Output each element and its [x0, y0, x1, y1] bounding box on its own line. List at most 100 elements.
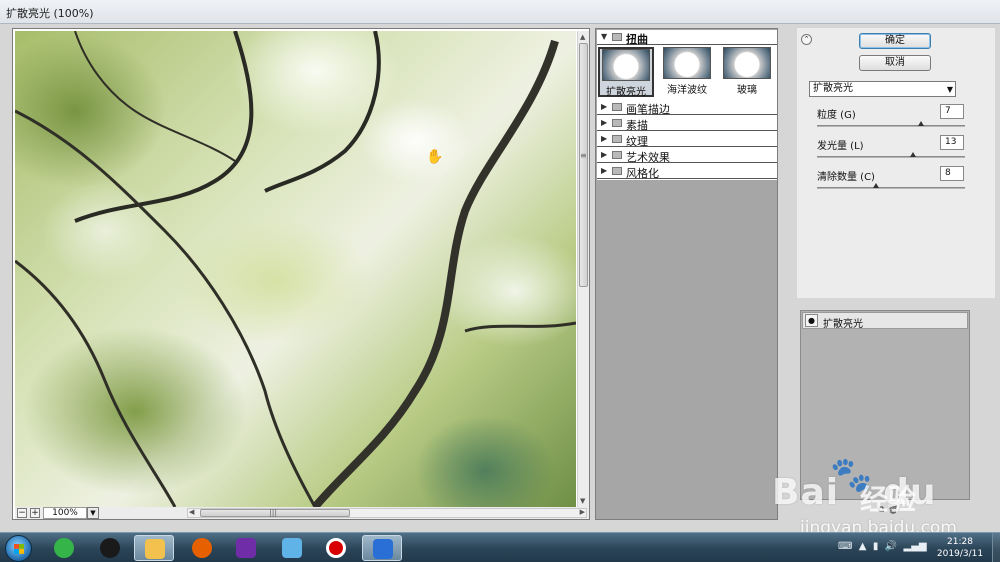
filter-settings-panel: ⌃ 确定 取消 扩散亮光 ▼ 粒度 (G) 7 发光量 (L) 13 清除数量 …	[797, 28, 995, 298]
cancel-button[interactable]: 取消	[859, 55, 931, 71]
folder-icon	[612, 151, 622, 159]
taskbar-file-explorer[interactable]	[134, 535, 174, 561]
watermark-jingyan: 经验	[860, 483, 917, 516]
collapse-gallery-icon[interactable]: ⌃	[801, 34, 812, 45]
media-player-icon	[236, 538, 256, 558]
horizontal-scroll-thumb[interactable]: |||	[200, 508, 350, 517]
filter-thumb-ocean-ripple[interactable]: 海洋波纹	[659, 47, 715, 97]
filter-thumb-image	[602, 49, 650, 81]
volume-icon[interactable]: 🔊	[885, 541, 897, 552]
filter-thumb-glass[interactable]: 玻璃	[719, 47, 775, 97]
start-button[interactable]	[5, 535, 32, 562]
clear-amount-slider-track[interactable]	[817, 187, 965, 189]
clear-amount-slider-knob[interactable]	[873, 183, 880, 188]
clear-amount-input[interactable]: 8	[940, 166, 964, 181]
show-hidden-icons-icon[interactable]: ▲	[859, 541, 867, 552]
preview-frame: ✋ ▲ ≡ ▼ − + 100% ▼ ◀ ||| ▶	[12, 28, 590, 520]
window-titlebar: 扩散亮光 (100%)	[0, 0, 1000, 24]
effect-layer-row[interactable]: ● 扩散亮光	[802, 312, 968, 330]
category-distort[interactable]: ▼ 扭曲	[597, 30, 777, 46]
filter-select[interactable]: 扩散亮光 ▼	[809, 81, 956, 97]
category-sketch[interactable]: ▶ 素描	[597, 116, 777, 132]
param-graininess: 粒度 (G) 7	[817, 104, 965, 134]
system-tray: ⌨ ▲ ▮ 🔊 ▂▄▆	[838, 541, 927, 552]
hand-icon: ✋	[426, 149, 444, 165]
record-icon	[326, 538, 346, 558]
clock[interactable]: 21:28 2019/3/11	[930, 536, 990, 560]
category-texture[interactable]: ▶ 纹理	[597, 132, 777, 148]
triangle-right-icon[interactable]: ▶	[601, 166, 607, 175]
taskbar-glass-app[interactable]	[272, 535, 312, 561]
firefox-icon	[192, 538, 212, 558]
zoom-out-button[interactable]: −	[17, 508, 27, 518]
zoom-in-button[interactable]: +	[30, 508, 40, 518]
eye-icon[interactable]: ●	[805, 314, 818, 327]
glow-amount-slider-track[interactable]	[817, 156, 965, 158]
param-label: 发光量 (L)	[817, 141, 864, 152]
folder-icon	[612, 135, 622, 143]
param-label: 粒度 (G)	[817, 110, 856, 121]
taskbar-media-player[interactable]	[226, 535, 266, 561]
triangle-down-icon[interactable]: ▼	[601, 32, 607, 41]
preview-horizontal-scrollbar[interactable]: ◀ ||| ▶	[187, 508, 587, 518]
keyboard-icon[interactable]: ⌨	[838, 541, 852, 552]
category-stylize[interactable]: ▶ 风格化	[597, 164, 777, 180]
feather-icon	[373, 539, 393, 559]
graininess-slider-track[interactable]	[817, 125, 965, 127]
network-icon[interactable]: ▂▄▆	[904, 541, 927, 552]
preview-image[interactable]: ✋	[15, 31, 576, 507]
clock-time: 21:28	[947, 537, 973, 547]
glow-amount-input[interactable]: 13	[940, 135, 964, 150]
taskbar-browser[interactable]	[44, 535, 84, 561]
show-desktop-button[interactable]	[992, 533, 1000, 562]
param-label: 清除数量 (C)	[817, 172, 875, 183]
filter-thumb-label: 海洋波纹	[667, 85, 707, 96]
filter-thumb-diffuse-glow[interactable]: 扩散亮光	[598, 47, 654, 98]
category-label: 风格化	[626, 167, 659, 180]
zoom-level-field[interactable]: 100%	[43, 507, 87, 519]
windows-logo-icon	[14, 544, 24, 554]
scroll-right-arrow-icon[interactable]: ▶	[580, 508, 585, 516]
filter-thumb-label: 玻璃	[737, 85, 757, 96]
taskbar-recorder[interactable]	[316, 535, 356, 561]
window-title: 扩散亮光 (100%)	[6, 7, 94, 20]
folder-icon	[612, 119, 622, 127]
taskbar-photoshop[interactable]	[362, 535, 402, 561]
chevron-down-icon[interactable]: ▼	[947, 83, 953, 97]
filter-gallery-panel: ▼ 扭曲 扩散亮光 海洋波纹 玻璃 ▶ 画笔描边 ▶ 素描 ▶ 纹理 ▶ 艺术效…	[595, 28, 778, 520]
category-label: 纹理	[626, 135, 648, 148]
scroll-left-arrow-icon[interactable]: ◀	[189, 508, 194, 516]
scroll-down-arrow-icon[interactable]: ▼	[580, 497, 585, 505]
preview-vertical-scrollbar[interactable]: ▲ ≡ ▼	[577, 31, 589, 507]
category-label: 素描	[626, 119, 648, 132]
vertical-scroll-thumb[interactable]	[579, 43, 588, 287]
category-brush-strokes[interactable]: ▶ 画笔描边	[597, 100, 777, 116]
folder-icon	[612, 167, 622, 175]
filter-thumb-image	[663, 47, 711, 79]
filter-thumb-image	[723, 47, 771, 79]
ok-button[interactable]: 确定	[859, 33, 931, 49]
param-glow-amount: 发光量 (L) 13	[817, 135, 965, 165]
effect-layer-label: 扩散亮光	[823, 319, 863, 330]
filter-thumbnails: 扩散亮光 海洋波纹 玻璃	[597, 45, 777, 98]
battery-icon[interactable]: ▮	[873, 541, 879, 552]
triangle-right-icon[interactable]: ▶	[601, 134, 607, 143]
triangle-right-icon[interactable]: ▶	[601, 150, 607, 159]
taskbar-firefox[interactable]	[182, 535, 222, 561]
tree-branches	[15, 31, 576, 507]
filter-select-value: 扩散亮光	[813, 83, 853, 94]
scroll-up-arrow-icon[interactable]: ▲	[580, 33, 585, 41]
chevron-down-icon[interactable]: ▼	[87, 507, 99, 519]
taskbar-qq[interactable]	[90, 535, 130, 561]
glow-amount-slider-knob[interactable]	[910, 152, 917, 157]
graininess-input[interactable]: 7	[940, 104, 964, 119]
folder-icon	[612, 33, 622, 41]
folder-icon	[612, 103, 622, 111]
graininess-slider-knob[interactable]	[917, 121, 924, 126]
triangle-right-icon[interactable]: ▶	[601, 118, 607, 127]
taskbar: ⌨ ▲ ▮ 🔊 ▂▄▆ 21:28 2019/3/11	[0, 532, 1000, 562]
horizontal-scroll-grip: |||	[269, 508, 278, 517]
triangle-right-icon[interactable]: ▶	[601, 102, 607, 111]
category-artistic[interactable]: ▶ 艺术效果	[597, 148, 777, 164]
filter-thumb-label: 扩散亮光	[606, 87, 646, 98]
